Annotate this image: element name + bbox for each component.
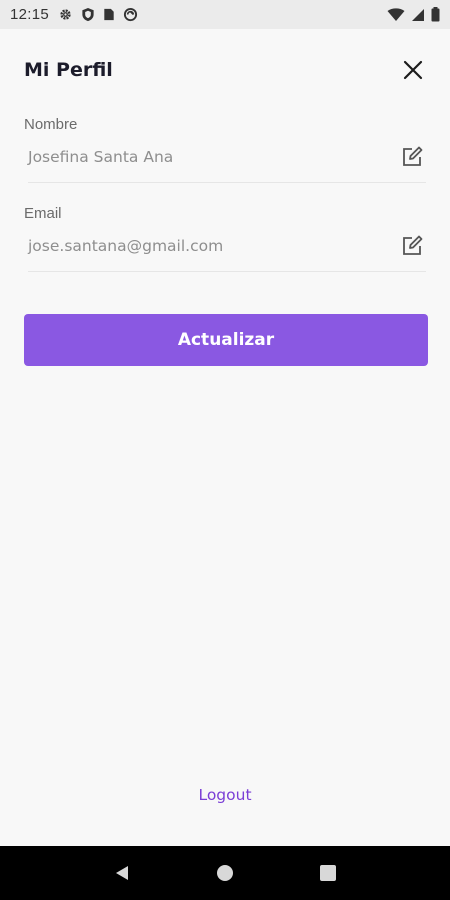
recents-icon — [320, 865, 337, 881]
name-field-group: Nombre Josefina Santa Ana — [24, 116, 426, 183]
edit-icon[interactable] — [400, 145, 424, 169]
signal-icon — [412, 8, 424, 21]
page-title: Mi Perfil — [24, 59, 113, 81]
close-icon — [403, 60, 423, 80]
header: Mi Perfil — [24, 52, 426, 88]
email-field-row: jose.santana@gmail.com — [28, 234, 426, 272]
gear-icon — [60, 9, 71, 20]
battery-icon — [431, 7, 440, 22]
status-time: 12:15 — [10, 6, 50, 23]
close-button[interactable] — [400, 57, 426, 83]
shield-icon — [82, 7, 94, 22]
status-right — [387, 7, 440, 22]
name-label: Nombre — [24, 116, 78, 133]
nav-recents-button[interactable] — [313, 858, 343, 888]
edit-icon[interactable] — [400, 234, 424, 258]
sync-icon — [123, 7, 138, 22]
nav-home-button[interactable] — [210, 858, 240, 888]
status-left: 12:15 — [10, 6, 138, 23]
status-bar: 12:15 — [0, 0, 450, 29]
name-field-row: Josefina Santa Ana — [28, 145, 426, 183]
home-icon — [216, 865, 233, 881]
name-field[interactable]: Josefina Santa Ana — [28, 147, 368, 166]
system-nav-bar — [0, 846, 450, 900]
back-icon — [115, 866, 128, 880]
logout-link[interactable]: Logout — [0, 786, 450, 804]
status-icons — [58, 7, 138, 22]
email-field[interactable]: jose.santana@gmail.com — [28, 236, 368, 255]
wifi-icon — [387, 7, 405, 21]
sim-card-icon — [104, 8, 114, 21]
email-label: Email — [24, 205, 62, 222]
nav-back-button[interactable] — [107, 858, 137, 888]
email-field-group: Email jose.santana@gmail.com — [24, 205, 426, 272]
update-button[interactable]: Actualizar — [24, 314, 428, 366]
